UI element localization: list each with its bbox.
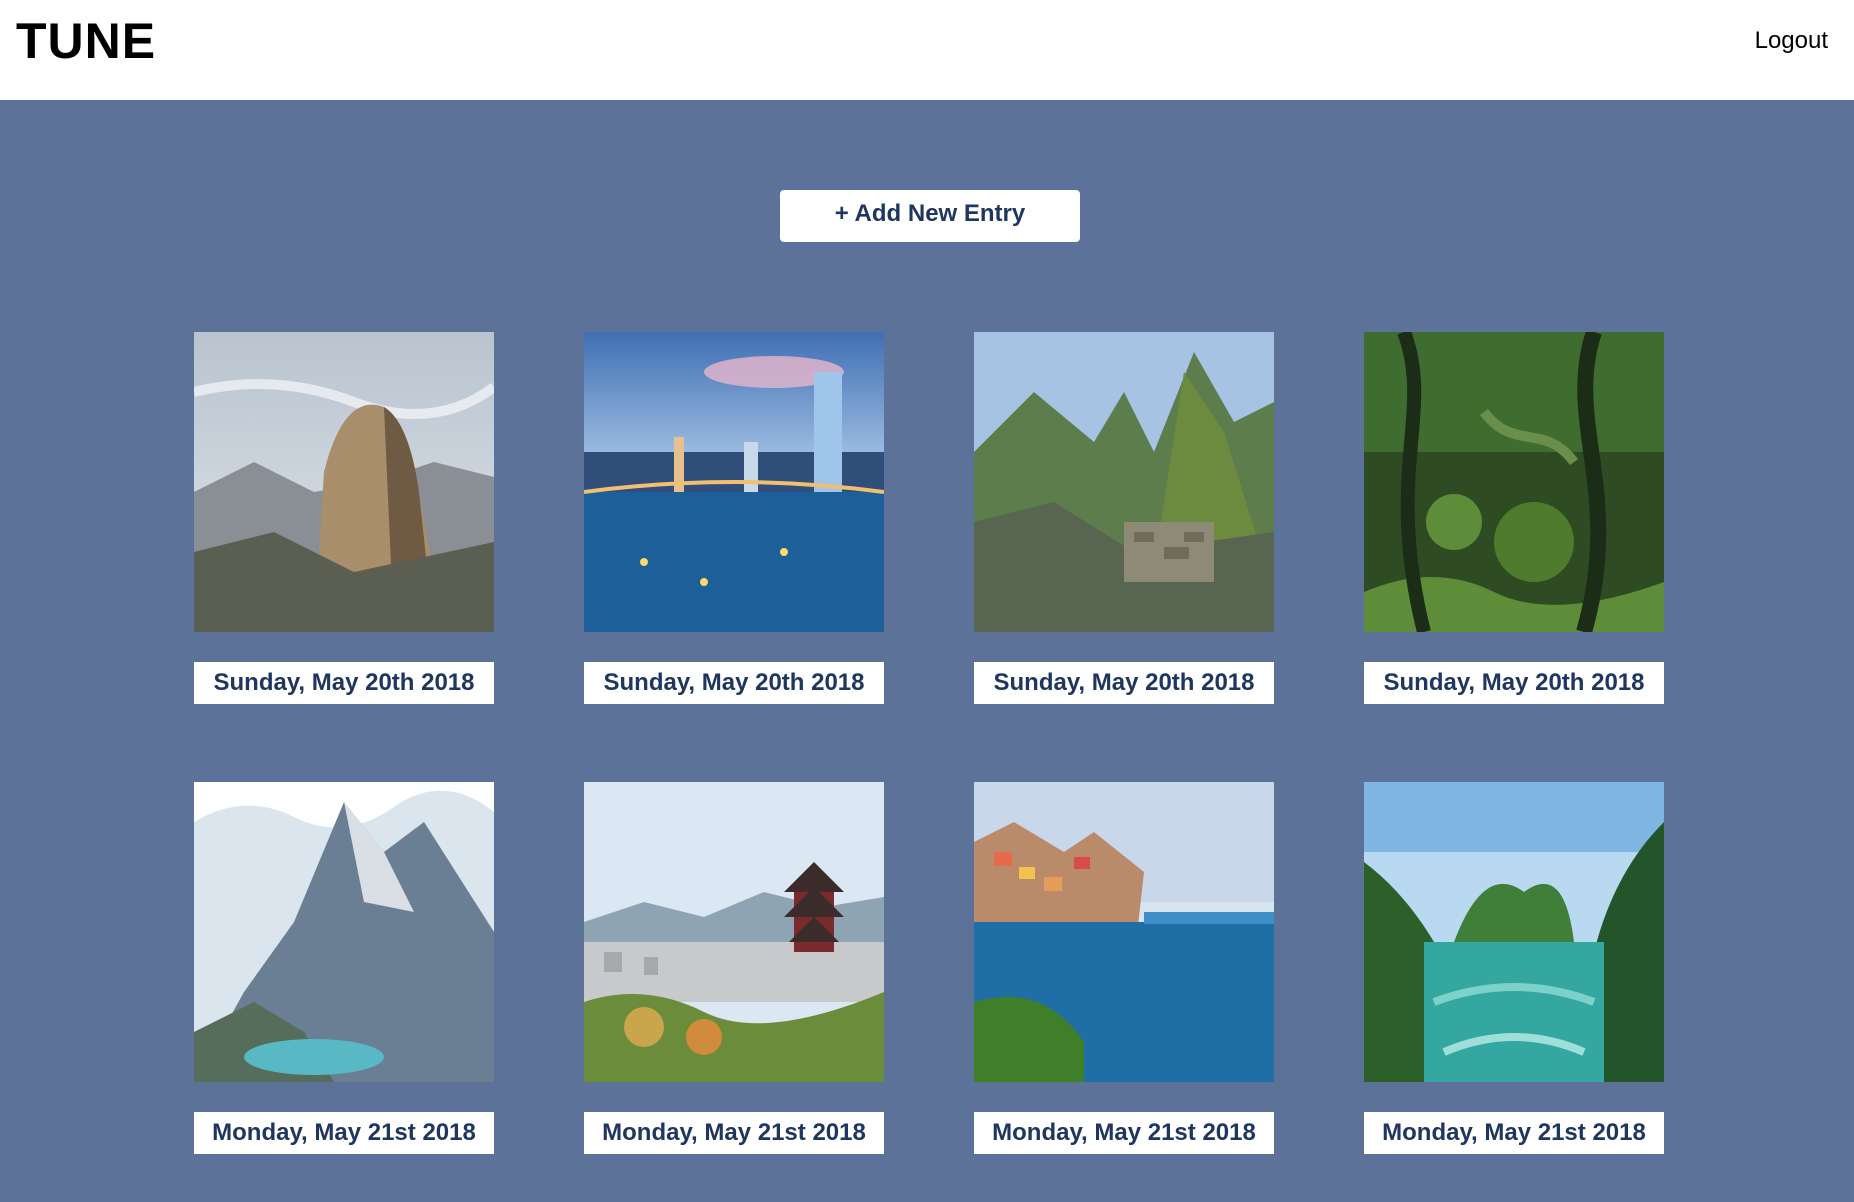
- entry-image-pagoda-city[interactable]: [584, 782, 884, 1082]
- entry-image-coastal-village[interactable]: [974, 782, 1274, 1082]
- entry-image-tropical-lagoon[interactable]: [1364, 782, 1664, 1082]
- add-new-entry-button[interactable]: + Add New Entry: [780, 190, 1080, 242]
- entry-date: Sunday, May 20th 2018: [584, 662, 884, 704]
- city-river-night: [584, 332, 884, 632]
- entry-card[interactable]: Sunday, May 20th 2018: [974, 332, 1274, 704]
- entry-card[interactable]: Sunday, May 20th 2018: [194, 332, 494, 704]
- entry-card[interactable]: Sunday, May 20th 2018: [1364, 332, 1664, 704]
- entry-image-mountain-ruins[interactable]: [974, 332, 1274, 632]
- entry-date: Monday, May 21st 2018: [194, 1112, 494, 1154]
- entry-date: Sunday, May 20th 2018: [194, 662, 494, 704]
- entry-image-granite-dome[interactable]: [194, 332, 494, 632]
- entry-card[interactable]: Monday, May 21st 2018: [1364, 782, 1664, 1154]
- entry-image-moss-forest[interactable]: [1364, 332, 1664, 632]
- app-logo[interactable]: TUNE: [16, 12, 156, 70]
- entry-card[interactable]: Monday, May 21st 2018: [584, 782, 884, 1154]
- entry-image-alpine-peak[interactable]: [194, 782, 494, 1082]
- entry-card[interactable]: Monday, May 21st 2018: [194, 782, 494, 1154]
- logout-link[interactable]: Logout: [1755, 26, 1828, 56]
- entry-card[interactable]: Sunday, May 20th 2018: [584, 332, 884, 704]
- coastal-village-landscape: [974, 782, 1274, 1082]
- alpine-peak-landscape: [194, 782, 494, 1082]
- tropical-lagoon-landscape: [1364, 782, 1664, 1082]
- top-header: TUNE Logout: [0, 0, 1854, 100]
- entry-image-city-river[interactable]: [584, 332, 884, 632]
- mountain-ruins-landscape: [974, 332, 1274, 632]
- granite-dome-landscape: [194, 332, 494, 632]
- entry-date: Monday, May 21st 2018: [584, 1112, 884, 1154]
- entry-date: Monday, May 21st 2018: [1364, 1112, 1664, 1154]
- entry-card[interactable]: Monday, May 21st 2018: [974, 782, 1274, 1154]
- moss-forest-landscape: [1364, 332, 1664, 632]
- entry-date: Sunday, May 20th 2018: [1364, 662, 1664, 704]
- entry-date: Sunday, May 20th 2018: [974, 662, 1274, 704]
- entry-date: Monday, May 21st 2018: [974, 1112, 1274, 1154]
- pagoda-city-landscape: [584, 782, 884, 1082]
